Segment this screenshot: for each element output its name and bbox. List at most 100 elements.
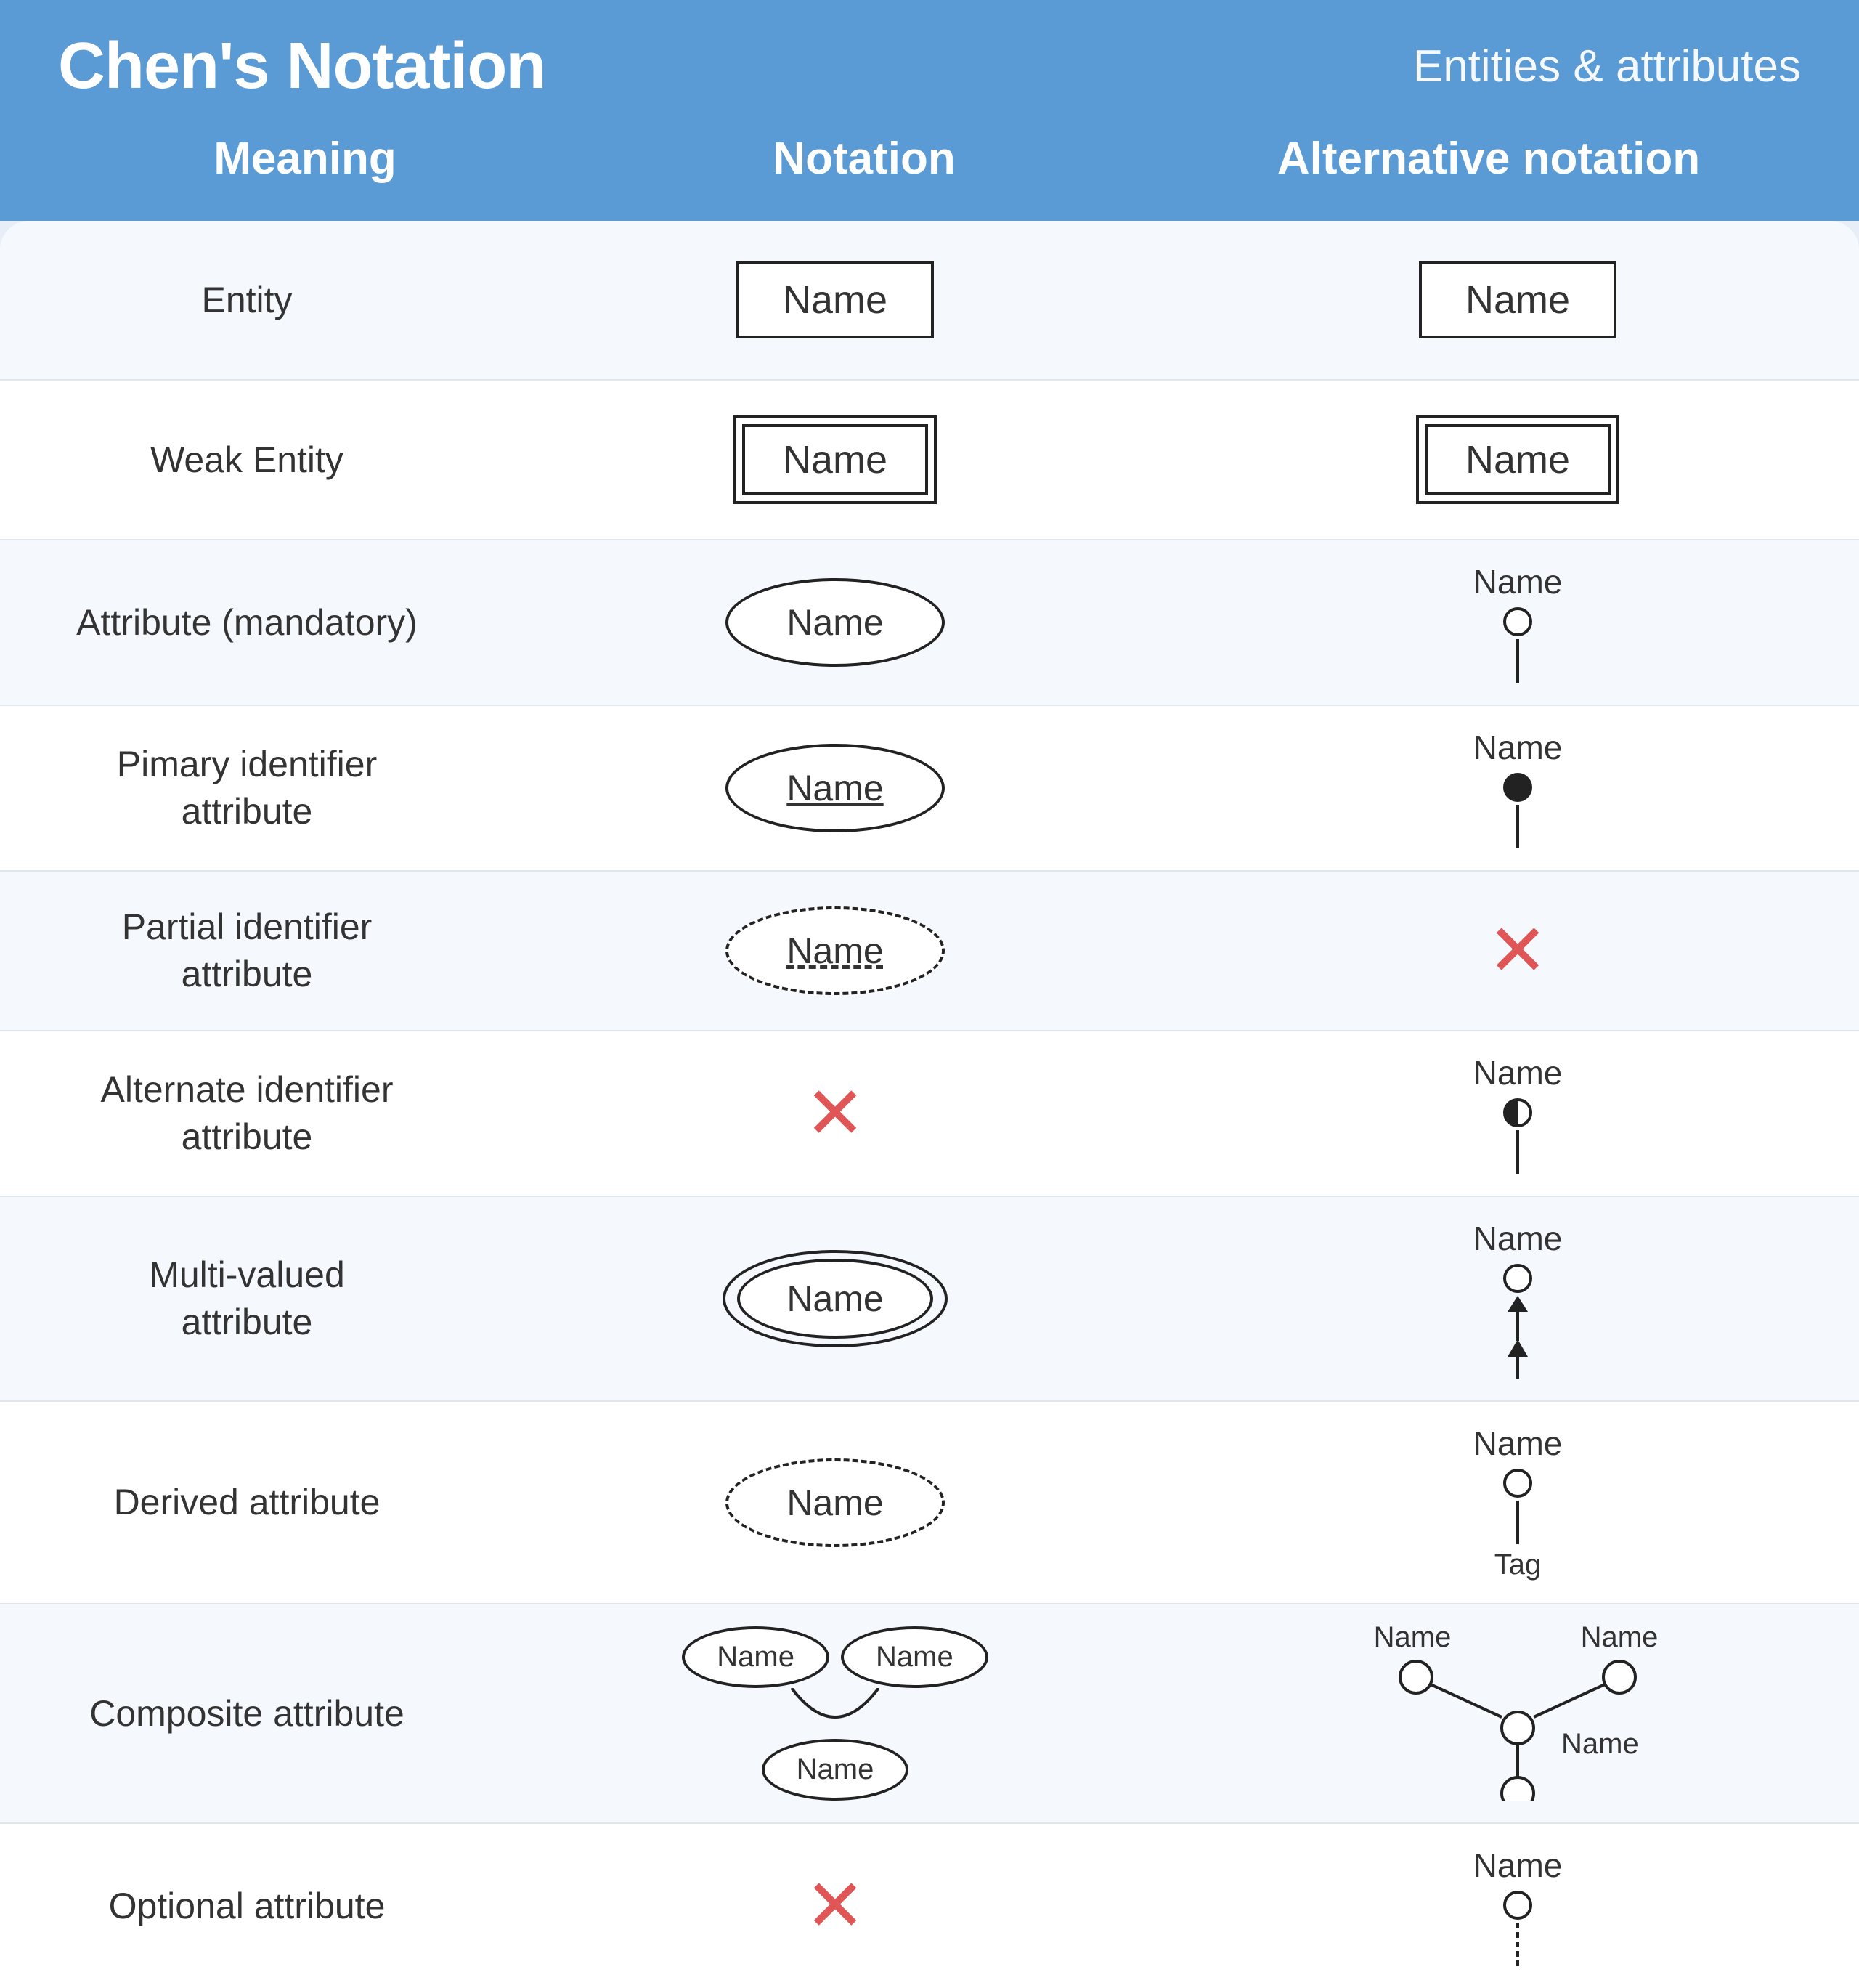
svg-text:Name: Name — [1581, 1626, 1659, 1653]
header-subtitle: Entities & attributes — [1413, 41, 1801, 92]
half-circle-icon — [1503, 1098, 1532, 1127]
alt-node-open: Name — [1473, 562, 1563, 683]
weak-entity-outer-notation: Name — [733, 415, 937, 504]
tag-label: Tag — [1494, 1549, 1542, 1581]
node-label: Name — [1473, 1846, 1563, 1885]
node-label: Name — [1473, 728, 1563, 767]
alt-node-dashed: Name — [1473, 1846, 1563, 1966]
composite-top-row: Name Name — [682, 1626, 988, 1688]
meaning-primary-id: Pimary identifierattribute — [0, 719, 494, 857]
notation-partial-id: Name — [494, 885, 1176, 1017]
notation-attr-mandatory: Name — [494, 556, 1176, 689]
table-row: Multi-valuedattribute Name Name — [0, 1197, 1859, 1402]
composite-tree: Name Name Name — [1372, 1626, 1663, 1801]
filled-circle-icon — [1503, 773, 1532, 802]
notation-entity: Name — [494, 240, 1176, 360]
meaning-alt-id: Alternate identifierattribute — [0, 1044, 494, 1182]
composite-ellipse-1: Name — [682, 1626, 829, 1688]
alt-alt-id: Name — [1176, 1031, 1859, 1196]
weak-entity-outer-alt: Name — [1416, 415, 1619, 504]
meaning-entity: Entity — [0, 255, 494, 346]
open-circle-icon — [1503, 1264, 1532, 1293]
double-ellipse-inner: Name — [737, 1259, 932, 1339]
notation-optional: ✕ — [494, 1848, 1176, 1964]
alt-attr-mandatory: Name — [1176, 540, 1859, 705]
composite-notation: Name Name Name — [682, 1626, 988, 1801]
alt-composite: Name Name Name — [1176, 1604, 1859, 1822]
meaning-derived: Derived attribute — [0, 1457, 494, 1548]
header: Chen's Notation Entities & attributes — [0, 0, 1859, 133]
ellipse-primary: Name — [725, 744, 944, 832]
composite-ellipse-2: Name — [841, 1626, 988, 1688]
notation-weak-entity: Name — [494, 394, 1176, 526]
alt-primary-id: Name — [1176, 706, 1859, 870]
col-meaning: Meaning — [58, 133, 552, 184]
notation-primary-id: Name — [494, 722, 1176, 854]
open-circle-icon — [1503, 607, 1532, 636]
weak-entity-inner-notation: Name — [742, 424, 928, 495]
composite-ellipse-3: Name — [762, 1739, 909, 1801]
alt-optional: Name — [1176, 1824, 1859, 1988]
node-label: Name — [1473, 562, 1563, 601]
table-row: Composite attribute Name Name Name — [0, 1604, 1859, 1824]
alt-entity: Name — [1176, 240, 1859, 360]
svg-text:Name: Name — [1561, 1728, 1639, 1760]
node-line — [1516, 1501, 1519, 1544]
dashed-node-line — [1516, 1923, 1519, 1966]
col-notation: Notation — [552, 133, 1176, 184]
table-row: Weak Entity Name Name — [0, 381, 1859, 540]
column-headers: Meaning Notation Alternative notation — [0, 133, 1859, 221]
table-row: Alternate identifierattribute ✕ Name — [0, 1031, 1859, 1197]
table-row: Optional attribute ✕ Name — [0, 1824, 1859, 1988]
meaning-composite: Composite attribute — [0, 1668, 494, 1759]
table-row: Pimary identifierattribute Name Name — [0, 706, 1859, 872]
alt-node-filled: Name — [1473, 728, 1563, 848]
composite-tree-svg: Name Name Name — [1372, 1626, 1663, 1801]
x-mark-icon: ✕ — [805, 1077, 866, 1150]
composite-connector-svg — [733, 1688, 937, 1746]
notation-alt-id: ✕ — [494, 1055, 1176, 1172]
open-circle-icon — [1503, 1469, 1532, 1498]
alt-derived: Name Tag — [1176, 1402, 1859, 1603]
open-circle-icon — [1503, 1891, 1532, 1920]
notation-derived: Name — [494, 1437, 1176, 1569]
meaning-multivalued: Multi-valuedattribute — [0, 1230, 494, 1368]
ellipse-partial: Name — [725, 906, 944, 995]
table-row: Partial identifierattribute Name ✕ — [0, 872, 1859, 1031]
alt-node-tag: Name Tag — [1473, 1424, 1563, 1581]
meaning-partial-id: Partial identifierattribute — [0, 882, 494, 1020]
ellipse-mandatory: Name — [725, 578, 944, 667]
alt-node-arrow: Name — [1473, 1219, 1563, 1379]
table-row: Entity Name Name — [0, 221, 1859, 381]
node-label: Name — [1473, 1424, 1563, 1463]
x-mark-icon: ✕ — [1487, 914, 1548, 987]
meaning-weak-entity: Weak Entity — [0, 415, 494, 506]
alt-multivalued: Name — [1176, 1197, 1859, 1400]
alt-weak-entity: Name — [1176, 394, 1859, 526]
x-mark-icon: ✕ — [805, 1870, 866, 1942]
double-ellipse-outer: Name — [723, 1250, 947, 1347]
page-title: Chen's Notation — [58, 29, 545, 104]
node-line — [1516, 805, 1519, 848]
node-label: Name — [1473, 1219, 1563, 1258]
meaning-attr-mandatory: Attribute (mandatory) — [0, 577, 494, 668]
weak-entity-inner-alt: Name — [1425, 424, 1611, 495]
notation-composite: Name Name Name — [494, 1604, 1176, 1822]
entity-box-notation: Name — [736, 261, 934, 338]
col-alternative: Alternative notation — [1176, 133, 1801, 184]
ellipse-derived: Name — [725, 1458, 944, 1547]
entity-box-alt: Name — [1419, 261, 1616, 338]
arrow-up-icon — [1508, 1296, 1528, 1379]
node-line — [1516, 1130, 1519, 1174]
table-row: Derived attribute Name Name Tag — [0, 1402, 1859, 1604]
notation-multivalued: Name — [494, 1228, 1176, 1369]
node-label: Name — [1473, 1053, 1563, 1092]
table-row: Attribute (mandatory) Name Name — [0, 540, 1859, 706]
composite-bottom-ellipse-wrap: Name — [762, 1739, 909, 1801]
alt-node-half: Name — [1473, 1053, 1563, 1174]
node-line — [1516, 639, 1519, 683]
svg-text:Name: Name — [1374, 1626, 1452, 1653]
table-body: Entity Name Name Weak Entity Name Name A… — [0, 221, 1859, 1988]
alt-partial-id: ✕ — [1176, 893, 1859, 1009]
meaning-optional: Optional attribute — [0, 1861, 494, 1952]
